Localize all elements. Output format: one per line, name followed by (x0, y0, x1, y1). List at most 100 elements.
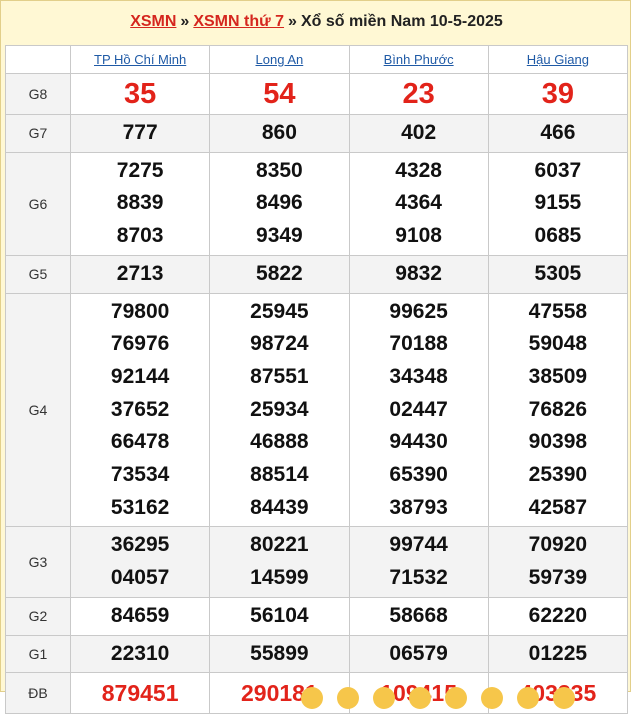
ball-icon (553, 687, 575, 709)
prize-label: G5 (5, 254, 71, 294)
result-cell: 9832 (348, 254, 489, 294)
result-number: 53162 (110, 495, 170, 519)
result-number: 777 (122, 121, 158, 144)
province-link[interactable]: Hậu Giang (487, 45, 629, 74)
result-number: 5305 (534, 261, 582, 285)
decorative-balls (301, 687, 575, 709)
result-number: 01225 (528, 641, 588, 665)
result-number: 9832 (395, 261, 442, 285)
result-number: 80221 (250, 533, 309, 557)
result-number: 25934 (250, 397, 309, 421)
results-table: TP Hồ Chí Minh Long An Bình Phước Hậu Gi… (5, 45, 629, 714)
result-cell: 70920 59739 (487, 526, 629, 598)
breadcrumb-link-xsmn[interactable]: XSMN (130, 13, 176, 31)
result-number: 25945 (250, 299, 309, 323)
prize-label: G4 (5, 292, 71, 528)
ball-icon (373, 687, 395, 709)
result-cell: 6037 9155 0685 (487, 151, 629, 256)
prize-label: G3 (5, 526, 71, 598)
result-number: 38793 (389, 495, 448, 519)
result-number: 02447 (389, 397, 448, 421)
result-number: 56104 (250, 603, 309, 627)
prize-label: G1 (5, 634, 71, 674)
result-number: 58668 (389, 603, 448, 627)
province-link[interactable]: Bình Phước (348, 45, 489, 74)
result-number: 73534 (110, 463, 170, 487)
result-cell: 55899 (209, 634, 350, 674)
result-cell: 58668 (348, 596, 489, 636)
result-number: 25390 (528, 463, 588, 487)
result-cell: 01225 (487, 634, 629, 674)
result-cell: 2713 (69, 254, 211, 294)
result-number: 37652 (110, 397, 170, 421)
result-cell: 62220 (487, 596, 629, 636)
result-cell: 79800 76976 92144 37652 66478 73534 53162 (69, 292, 211, 528)
result-number: 0685 (534, 224, 582, 248)
prize-label: G6 (5, 151, 71, 256)
ball-icon (409, 687, 431, 709)
result-number: 14599 (250, 566, 309, 590)
result-cell: 06579 (348, 634, 489, 674)
result-number: 90398 (528, 430, 588, 454)
result-number: 5822 (256, 261, 303, 285)
result-number: 8839 (116, 191, 164, 215)
result-cell: 99625 70188 34348 02447 94430 65390 38793 (348, 292, 489, 528)
result-cell: 7275 8839 8703 (69, 151, 211, 256)
result-number: 879451 (101, 680, 179, 707)
ball-icon (445, 687, 467, 709)
result-number: 66478 (110, 430, 170, 454)
result-number: 84439 (250, 495, 309, 519)
result-cell: 4328 4364 9108 (348, 151, 489, 256)
prize-row: G6 7275 8839 8703 8350 8496 9349 4328 4364 9108 60… (5, 151, 629, 256)
result-number: 65390 (389, 463, 448, 487)
result-number: 402 (401, 121, 437, 144)
result-number: 4364 (395, 191, 442, 215)
result-cell: 25945 98724 87551 25934 46888 88514 84439 (209, 292, 350, 528)
result-number: 9108 (395, 224, 442, 248)
result-cell: 23 (348, 73, 489, 115)
result-cell: 860 (209, 114, 350, 153)
result-number: 22310 (110, 641, 170, 665)
result-number: 87551 (250, 364, 309, 388)
result-number: 38509 (528, 364, 588, 388)
result-cell: 879451 (69, 672, 211, 714)
result-cell: 47558 59048 38509 76826 90398 25390 42587 (487, 292, 629, 528)
result-cell: 22310 (69, 634, 211, 674)
result-number: 8496 (256, 191, 303, 215)
ball-icon (301, 687, 323, 709)
result-number: 54 (263, 78, 296, 110)
result-number: 70920 (528, 533, 588, 557)
result-cell: 39 (487, 73, 629, 115)
result-number: 2713 (116, 261, 164, 285)
result-number: 99744 (389, 533, 448, 557)
result-cell: 8350 8496 9349 (209, 151, 350, 256)
result-cell: 402 (348, 114, 489, 153)
breadcrumb-link-xsmn-saturday[interactable]: XSMN thứ 7 (193, 13, 284, 31)
result-number: 76826 (528, 397, 588, 421)
prize-row: G4 79800 76976 92144 37652 66478 73534 53162 259… (5, 292, 629, 528)
prize-label: G8 (5, 73, 71, 115)
result-cell: 80221 14599 (209, 526, 350, 598)
result-number: 59048 (528, 332, 588, 356)
result-number: 76976 (110, 332, 170, 356)
province-link[interactable]: TP Hồ Chí Minh (69, 45, 211, 74)
prize-label: G7 (5, 114, 71, 153)
result-cell: 99744 71532 (348, 526, 489, 598)
result-number: 7275 (116, 158, 164, 182)
result-cell: 5822 (209, 254, 350, 294)
result-number: 84659 (110, 603, 170, 627)
result-number: 04057 (110, 566, 170, 590)
result-number: 466 (540, 121, 576, 144)
prize-row: G5 2713 5822 9832 5305 (5, 254, 629, 294)
result-number: 88514 (250, 463, 309, 487)
result-number: 34348 (389, 364, 448, 388)
prize-row: G1 22310 55899 06579 01225 (5, 634, 629, 674)
province-link[interactable]: Long An (209, 45, 350, 74)
breadcrumb: XSMN » XSMN thứ 7 » Xổ số miền Nam 10-5-… (1, 1, 631, 43)
ball-icon (517, 687, 539, 709)
result-number: 59739 (528, 566, 588, 590)
result-number: 9155 (534, 191, 582, 215)
result-number: 8350 (256, 158, 303, 182)
result-number: 9349 (256, 224, 303, 248)
result-number: 4328 (395, 158, 442, 182)
